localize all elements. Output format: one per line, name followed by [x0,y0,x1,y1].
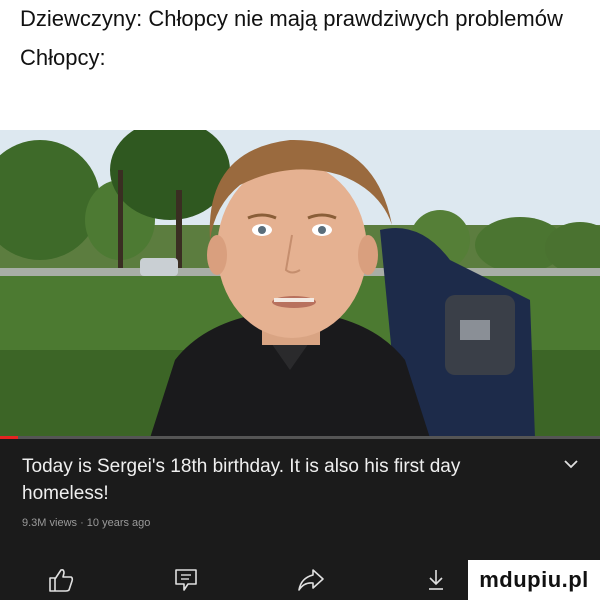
comment-icon[interactable] [171,567,201,593]
video-title[interactable]: Today is Sergei's 18th birthday. It is a… [22,453,542,507]
caption-line-2: Chłopcy: [20,45,106,70]
meme-caption: Dziewczyny: Chłopcy nie mają prawdziwych… [20,6,590,70]
video-frame-photo [0,130,600,438]
caption-line-1: Dziewczyny: Chłopcy nie mają prawdziwych… [20,6,563,31]
chevron-down-icon[interactable] [562,457,580,471]
site-watermark-logo: mdupiu.pl [468,560,600,600]
download-icon[interactable] [421,567,451,593]
share-icon[interactable] [296,567,326,593]
video-meta: 9.3M views · 10 years ago [22,517,151,529]
thumbs-up-icon[interactable] [46,567,76,593]
